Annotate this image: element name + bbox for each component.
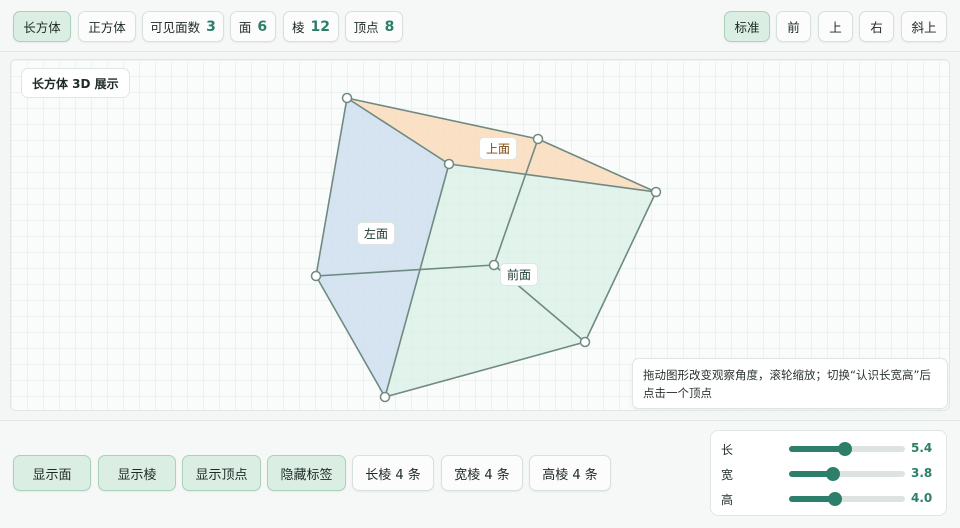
visible-faces-label: 可见面数	[150, 20, 201, 35]
cuboid-button-label: 长方体	[23, 20, 61, 35]
vertex[interactable]	[310, 270, 322, 282]
hide-labels-button[interactable]: 隐藏标签	[267, 455, 346, 491]
length-slider[interactable]	[789, 442, 905, 456]
faces-stat: 面 6	[230, 11, 276, 42]
show-vertices-label: 显示顶点	[195, 467, 248, 483]
show-vertices-button[interactable]: 显示顶点	[182, 455, 261, 491]
width-edges-label: 宽棱 4 条	[454, 467, 510, 483]
show-faces-label: 显示面	[32, 467, 72, 483]
height-slider-label: 高	[721, 493, 734, 507]
height-edges-button[interactable]: 高棱 4 条	[529, 455, 611, 491]
edges-label: 棱	[292, 20, 305, 35]
length-slider-label: 长	[721, 443, 734, 457]
width-slider-value: 3.8	[911, 466, 933, 480]
vertex[interactable]	[488, 259, 500, 271]
length-slider-thumb[interactable]	[837, 442, 852, 456]
faces-label: 面	[238, 20, 252, 35]
length-slider-value: 5.4	[911, 441, 933, 455]
view-standard-label: 标准	[734, 20, 760, 35]
width-slider-row: 宽 3.8	[721, 466, 941, 482]
height-slider[interactable]	[789, 492, 905, 506]
visible-faces-stat: 可见面数 3	[142, 11, 224, 42]
width-slider-thumb[interactable]	[826, 467, 841, 481]
height-slider-row: 高 4.0	[721, 491, 941, 507]
view-oblique-button[interactable]: 斜上	[901, 11, 947, 42]
hide-labels-label: 隐藏标签	[280, 467, 333, 483]
length-edges-label: 长棱 4 条	[365, 467, 421, 483]
cube-button[interactable]: 正方体	[78, 11, 136, 42]
visible-faces-value: 3	[206, 18, 216, 35]
front-face-label: 前面	[500, 263, 539, 286]
cuboid-canvas[interactable]: 长方体 3D 展示 上面 左面 前面 拖动图形改变观察角度，滚轮缩放；切换“认识…	[10, 59, 950, 411]
view-right-button[interactable]: 右	[859, 11, 894, 42]
view-right-label: 右	[870, 20, 883, 35]
view-top-label: 上	[829, 20, 842, 35]
width-slider-label: 宽	[721, 468, 734, 482]
length-slider-fill	[789, 446, 845, 452]
vertex[interactable]	[650, 186, 662, 198]
vertex[interactable]	[532, 133, 544, 145]
vertices-stat: 顶点 8	[345, 11, 403, 42]
height-slider-thumb[interactable]	[828, 492, 843, 506]
length-slider-row: 长 5.4	[721, 441, 941, 457]
cuboid-button[interactable]: 长方体	[13, 11, 71, 42]
toolbar: 长方体 正方体 可见面数 3 面 6 棱 12 顶点 8 标准 前 上 右 斜上	[0, 0, 960, 52]
vertex[interactable]	[379, 391, 391, 403]
height-edges-label: 高棱 4 条	[542, 467, 598, 483]
vertex[interactable]	[579, 336, 591, 348]
show-faces-button[interactable]: 显示面	[13, 455, 91, 491]
edges-value: 12	[310, 18, 330, 35]
dimension-sliders: 长 5.4 宽 3.8 高 4.0	[710, 430, 947, 516]
view-top-button[interactable]: 上	[818, 11, 853, 42]
left-face-label: 左面	[357, 222, 396, 245]
vertex[interactable]	[443, 158, 455, 170]
view-front-label: 前	[787, 20, 800, 35]
vertices-value: 8	[384, 18, 395, 35]
vertex[interactable]	[341, 92, 353, 104]
width-edges-button[interactable]: 宽棱 4 条	[441, 455, 523, 491]
hint-text: 拖动图形改变观察角度，滚轮缩放；切换“认识长宽高”后点击一个顶点	[632, 358, 948, 409]
edges-stat: 棱 12	[283, 11, 339, 42]
show-edges-button[interactable]: 显示棱	[98, 455, 176, 491]
view-oblique-label: 斜上	[911, 20, 937, 35]
view-front-button[interactable]: 前	[776, 11, 811, 42]
faces-value: 6	[257, 18, 268, 35]
show-edges-label: 显示棱	[117, 467, 157, 483]
top-face-label: 上面	[479, 137, 518, 160]
cube-button-label: 正方体	[88, 20, 126, 35]
height-slider-value: 4.0	[911, 491, 933, 505]
vertices-label: 顶点	[353, 20, 379, 35]
length-edges-button[interactable]: 长棱 4 条	[352, 455, 434, 491]
width-slider[interactable]	[789, 467, 905, 481]
view-standard-button[interactable]: 标准	[724, 11, 770, 42]
